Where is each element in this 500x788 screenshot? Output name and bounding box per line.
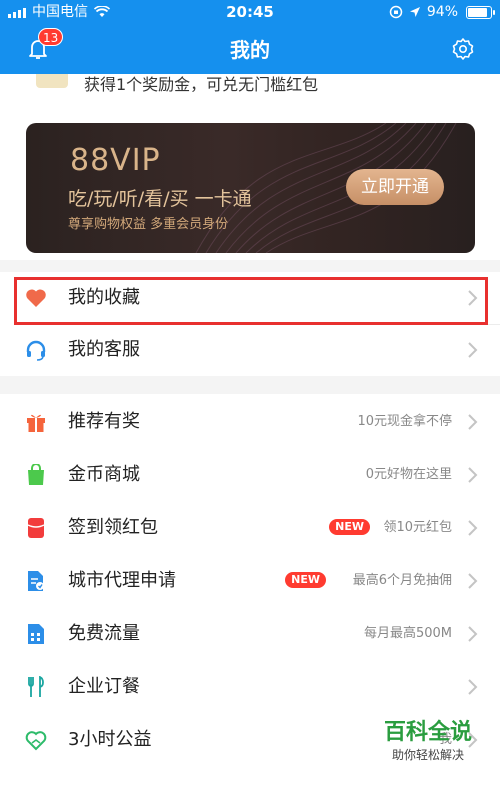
list-item-label: 签到领红包 <box>68 517 158 538</box>
list-item-checkin[interactable]: 签到领红包 NEW 领10元红包 <box>0 502 500 554</box>
highlight-box <box>14 277 488 325</box>
list-item-hint: 0元好物在这里 <box>365 467 452 482</box>
sim-card-icon <box>24 622 48 646</box>
list-item-coin-mall[interactable]: 金币商城 0元好物在这里 <box>0 449 500 501</box>
envelope-icon <box>36 74 68 88</box>
promo-text[interactable]: 获得1个奖励金，可兑无门槛红包 <box>84 71 318 95</box>
list-item-hint: 最高6个月免抽佣 <box>352 573 452 588</box>
list-item-hint: 10元现金拿不停 <box>357 414 452 429</box>
vip-description: 尊享购物权益 多重会员身份 <box>68 217 229 232</box>
list-item-free-data[interactable]: 免费流量 每月最高500M <box>0 608 500 660</box>
list-item-hint: 每月最高500M <box>363 626 452 641</box>
chevron-right-icon <box>468 342 478 358</box>
fork-knife-icon <box>24 675 48 699</box>
chevron-right-icon <box>468 626 478 642</box>
list-item-label: 免费流量 <box>68 623 140 644</box>
vip-subtitle: 吃/玩/听/看/买 一卡通 <box>68 188 252 210</box>
list-item-label: 3小时公益 <box>68 729 152 750</box>
watermark-main: 百科全说 <box>383 720 472 745</box>
shopping-bag-icon <box>24 463 48 487</box>
gift-icon <box>24 410 48 434</box>
list-item-referral[interactable]: 推荐有奖 10元现金拿不停 <box>0 396 500 448</box>
chevron-right-icon <box>468 414 478 430</box>
watermark-sub: 助你轻松解决 <box>391 748 464 762</box>
list-item-label: 金币商城 <box>68 464 140 485</box>
location-icon <box>409 7 420 17</box>
battery-percent: 94% <box>426 4 458 20</box>
list-item-label: 城市代理申请 <box>68 570 176 591</box>
chevron-right-icon <box>468 679 478 695</box>
chevron-right-icon <box>468 467 478 483</box>
list-item-hint: 领10元红包 <box>383 520 452 535</box>
list-item-customer-service[interactable]: 我的客服 <box>0 324 500 376</box>
charity-icon <box>24 728 48 752</box>
headset-icon <box>24 338 48 362</box>
promo-section: 获得1个奖励金，可兑无门槛红包 88VIP 吃/玩/听/看/买 一卡通 尊享购物… <box>0 74 500 260</box>
chevron-right-icon <box>468 573 478 589</box>
status-bar: 中国电信 20:45 94% <box>0 0 500 24</box>
list-item-corporate-meal[interactable]: 企业订餐 <box>0 661 500 713</box>
new-badge: NEW <box>329 519 370 535</box>
red-envelope-icon <box>24 516 48 540</box>
battery-icon <box>466 5 495 19</box>
document-icon <box>24 569 48 593</box>
vip-banner[interactable]: 88VIP 吃/玩/听/看/买 一卡通 尊享购物权益 多重会员身份 立即开通 <box>26 123 475 253</box>
new-badge: NEW <box>285 572 326 588</box>
rotation-lock-icon <box>389 5 403 19</box>
page-title: 我的 <box>230 38 270 62</box>
gear-icon[interactable] <box>451 37 475 61</box>
watermark-logo: 百科全说 助你轻松解决 <box>364 714 492 774</box>
header-bar: 中国电信 20:45 94% 13 我的 <box>0 0 500 74</box>
nav-bar: 13 我的 <box>0 24 500 74</box>
chevron-right-icon <box>468 520 478 536</box>
list-item-city-agent[interactable]: 城市代理申请 NEW 最高6个月免抽佣 <box>0 555 500 607</box>
vip-title: 88VIP <box>70 143 161 178</box>
list-item-label: 推荐有奖 <box>68 411 140 432</box>
vip-open-button[interactable]: 立即开通 <box>346 169 444 205</box>
list-item-label: 企业订餐 <box>68 676 140 697</box>
list-item-label: 我的客服 <box>68 339 140 360</box>
